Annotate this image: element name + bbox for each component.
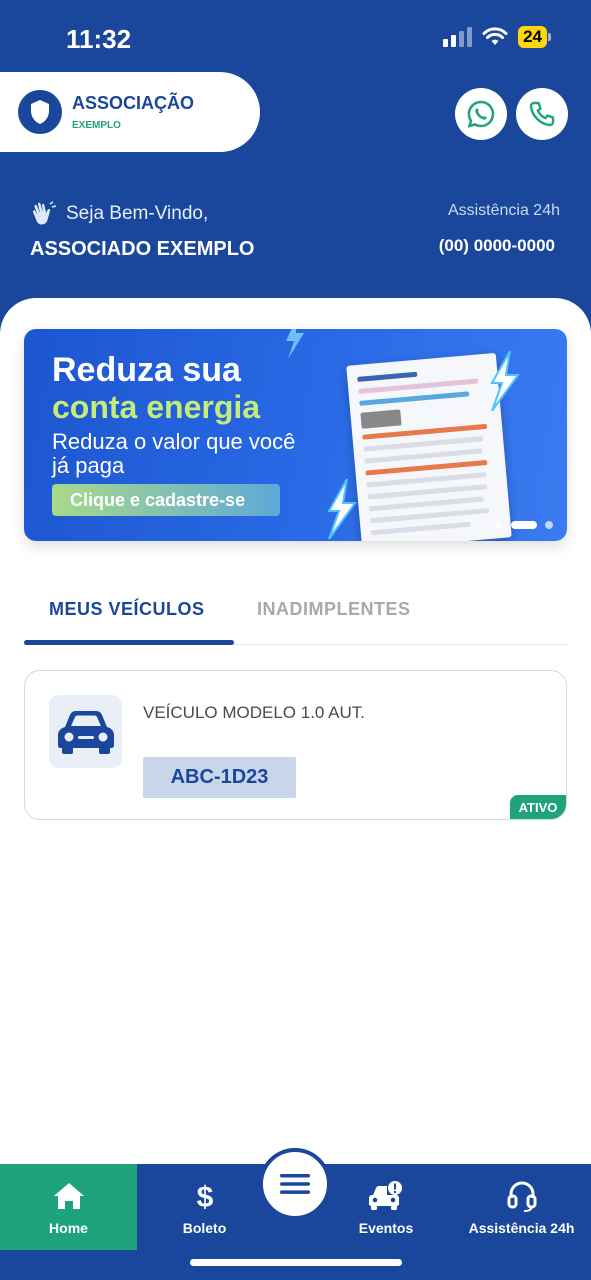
- car-icon: [49, 695, 122, 768]
- nav-assistencia[interactable]: Assistência 24h: [452, 1164, 591, 1250]
- vehicle-tabs: MEUS VEÍCULOS INADIMPLENTES: [24, 585, 567, 645]
- active-tab-indicator: [24, 640, 234, 645]
- tab-meus-veiculos[interactable]: MEUS VEÍCULOS: [49, 599, 205, 620]
- carousel-dot[interactable]: [495, 521, 503, 529]
- brand-logo: ASSOCIAÇÃO EXEMPLO: [0, 72, 260, 152]
- promo-banner[interactable]: Reduza sua conta energia Reduza o valor …: [24, 329, 567, 541]
- nav-boleto-label: Boleto: [182, 1220, 227, 1236]
- carousel-dots[interactable]: [495, 521, 553, 529]
- status-icons: 24: [443, 26, 551, 48]
- whatsapp-icon: [467, 100, 495, 128]
- nav-home[interactable]: Home: [0, 1164, 137, 1250]
- assistance-label: Assistência 24h: [447, 202, 560, 219]
- vehicle-plate: ABC-1D23: [143, 757, 296, 798]
- nav-home-label: Home: [49, 1220, 88, 1236]
- lightning-icon: [490, 351, 520, 411]
- assistance-phone[interactable]: (00) 0000-0000: [439, 236, 555, 256]
- home-indicator: [190, 1259, 402, 1266]
- car-alert-icon: [368, 1180, 404, 1212]
- whatsapp-button[interactable]: [455, 88, 507, 140]
- nav-eventos[interactable]: Eventos: [320, 1164, 452, 1250]
- phone-button[interactable]: [516, 88, 568, 140]
- headset-icon: [506, 1180, 538, 1212]
- status-badge: ATIVO: [510, 795, 566, 819]
- banner-highlight: conta energia: [52, 389, 261, 425]
- menu-icon: [280, 1174, 310, 1194]
- vehicle-model: VEÍCULO MODELO 1.0 AUT.: [143, 703, 366, 722]
- home-icon: [52, 1180, 86, 1212]
- waving-hand-icon: [32, 201, 57, 225]
- signal-icon: [443, 27, 473, 47]
- wifi-icon: [482, 27, 508, 45]
- welcome-text: Seja Bem-Vindo,: [66, 203, 209, 224]
- status-time: 11:32: [66, 24, 132, 54]
- banner-subtitle: Reduza o valor que você já paga: [52, 429, 296, 478]
- vehicle-card[interactable]: VEÍCULO MODELO 1.0 AUT. ABC-1D23 ATIVO: [24, 670, 567, 820]
- battery-icon: 24: [518, 26, 551, 48]
- menu-button[interactable]: [259, 1148, 331, 1220]
- welcome-row: Seja Bem-Vindo,: [30, 200, 208, 228]
- lightning-icon: [327, 479, 357, 539]
- nav-assistencia-label: Assistência 24h: [468, 1220, 575, 1236]
- user-name: ASSOCIADO EXEMPLO: [30, 238, 255, 260]
- nav-eventos-label: Eventos: [358, 1220, 414, 1236]
- tab-inadimplentes[interactable]: INADIMPLENTES: [257, 599, 411, 620]
- phone-icon: [529, 101, 555, 127]
- banner-headline: Reduza sua: [52, 351, 241, 389]
- brand-subtitle: EXEMPLO: [72, 120, 121, 131]
- lightning-icon: [286, 329, 304, 359]
- battery-level: 24: [518, 26, 547, 48]
- header: 11:32 24 ASSOCIAÇÃO EXEMPLO Seja Bem-Vin…: [0, 0, 591, 340]
- shield-icon: [18, 90, 62, 134]
- dollar-icon: $: [194, 1180, 216, 1212]
- carousel-dot[interactable]: [545, 521, 553, 529]
- nav-boleto[interactable]: $ Boleto: [137, 1164, 272, 1250]
- carousel-dot-active[interactable]: [511, 521, 537, 529]
- brand-title: ASSOCIAÇÃO: [72, 93, 195, 113]
- banner-cta-button[interactable]: Clique e cadastre-se: [52, 484, 280, 516]
- svg-text:$: $: [196, 1181, 213, 1212]
